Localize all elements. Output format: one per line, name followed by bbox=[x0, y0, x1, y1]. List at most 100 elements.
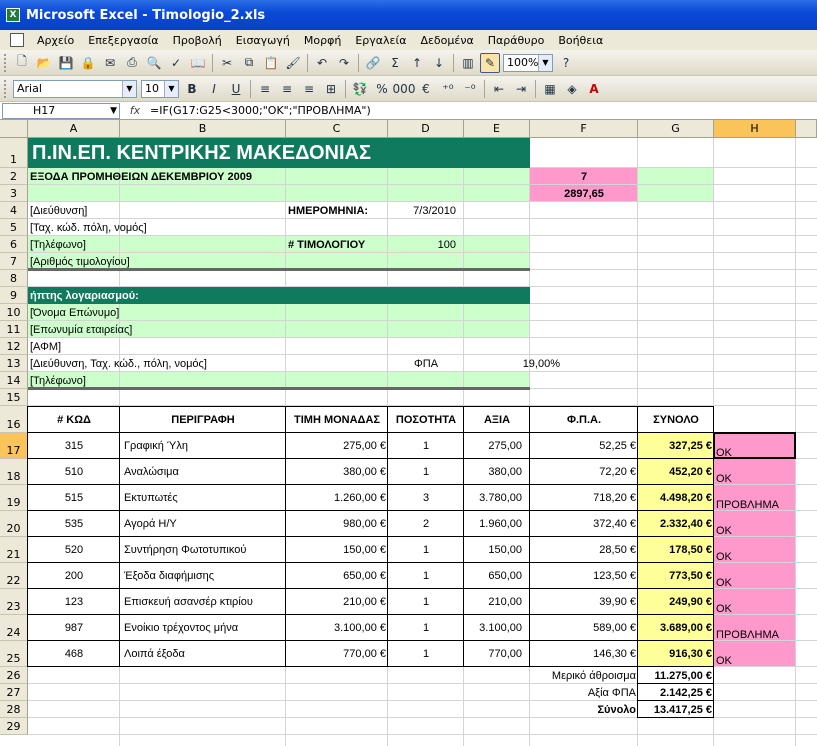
row-header-22[interactable]: 22 bbox=[0, 563, 28, 589]
copy-icon[interactable]: ⧉ bbox=[239, 53, 259, 73]
phone-cell[interactable]: [Τηλέφωνο] bbox=[28, 236, 286, 253]
toolbar-grip[interactable] bbox=[4, 79, 8, 98]
vat-rate[interactable]: 19,00% bbox=[464, 355, 562, 372]
item-description[interactable]: Λοιπά έξοδα bbox=[120, 641, 286, 667]
currency-style-icon[interactable]: 💱 bbox=[350, 79, 370, 99]
invoice-label[interactable]: # ΤΙΜΟΛΟΓΙΟΥ bbox=[286, 236, 388, 253]
item-total[interactable]: 178,50 € bbox=[638, 537, 714, 563]
item-description[interactable]: Αναλώσιμα bbox=[120, 459, 286, 485]
item-price[interactable]: 275,00 € bbox=[286, 433, 388, 459]
item-value[interactable]: 275,00 bbox=[464, 433, 530, 459]
item-value[interactable]: 770,00 bbox=[464, 641, 530, 667]
invoice-value[interactable]: 100 bbox=[388, 236, 464, 253]
spelling-icon[interactable]: ✓ bbox=[166, 53, 186, 73]
table-header[interactable]: ΤΙΜΗ ΜΟΝΑΔΑΣ bbox=[286, 406, 388, 433]
chart-wizard-icon[interactable]: ▥ bbox=[458, 53, 478, 73]
full-address-cell[interactable]: [Διεύθυνση, Ταχ. κώδ., πόλη, νομός] bbox=[28, 355, 388, 372]
row-header-24[interactable]: 24 bbox=[0, 615, 28, 641]
item-check[interactable]: ΠΡΟΒΛΗΜΑ bbox=[714, 615, 796, 641]
row-header-27[interactable]: 27 bbox=[0, 684, 28, 701]
underline-icon[interactable]: U bbox=[226, 79, 246, 99]
menu-window[interactable]: Παράθυρο bbox=[481, 34, 552, 47]
formula-input[interactable]: =IF(G17:G25<3000;"OK";"ΠΡΟΒΛΗΜΑ") bbox=[150, 104, 371, 117]
item-vat[interactable]: 39,90 € bbox=[530, 589, 638, 615]
vat-total-value[interactable]: 2.142,25 € bbox=[638, 684, 714, 701]
row-header-18[interactable]: 18 bbox=[0, 459, 28, 485]
item-check[interactable]: OK bbox=[714, 537, 796, 563]
fx-icon[interactable]: fx bbox=[120, 104, 150, 117]
menu-data[interactable]: Δεδομένα bbox=[413, 34, 480, 47]
item-check[interactable]: OK bbox=[714, 589, 796, 615]
redo-icon[interactable]: ↷ bbox=[334, 53, 354, 73]
row-header-1[interactable]: 1 bbox=[0, 138, 28, 168]
item-code[interactable]: 987 bbox=[28, 615, 120, 641]
item-code[interactable]: 123 bbox=[28, 589, 120, 615]
item-check[interactable]: OK bbox=[714, 459, 796, 485]
column-header-f[interactable]: F bbox=[530, 120, 638, 138]
item-check[interactable]: OK bbox=[714, 511, 796, 537]
item-price[interactable]: 150,00 € bbox=[286, 537, 388, 563]
fill-color-icon[interactable]: ◈ bbox=[562, 79, 582, 99]
item-price[interactable]: 1.260,00 € bbox=[286, 485, 388, 511]
euro-icon[interactable]: € bbox=[416, 79, 436, 99]
row-header-29[interactable]: 29 bbox=[0, 718, 28, 735]
select-all-corner[interactable] bbox=[0, 120, 28, 138]
pink-count-cell[interactable]: 7 bbox=[530, 168, 638, 185]
item-value[interactable]: 210,00 bbox=[464, 589, 530, 615]
item-code[interactable]: 315 bbox=[28, 433, 120, 459]
menu-view[interactable]: Προβολή bbox=[166, 34, 229, 47]
item-total[interactable]: 773,50 € bbox=[638, 563, 714, 589]
row-header-8[interactable]: 8 bbox=[0, 270, 28, 287]
date-label[interactable]: ΗΜΕΡΟΜΗΝΙΑ: bbox=[286, 202, 388, 219]
item-quantity[interactable]: 1 bbox=[388, 589, 464, 615]
zoom-select[interactable]: 100% ▼ bbox=[503, 53, 553, 72]
item-description[interactable]: Επισκευή ασανσέρ κτιρίου bbox=[120, 589, 286, 615]
italic-icon[interactable]: I bbox=[204, 79, 224, 99]
vat-label[interactable]: ΦΠΑ bbox=[388, 355, 464, 372]
item-code[interactable]: 520 bbox=[28, 537, 120, 563]
item-check[interactable]: OK bbox=[714, 641, 796, 667]
column-header-c[interactable]: C bbox=[286, 120, 388, 138]
item-value[interactable]: 3.100,00 bbox=[464, 615, 530, 641]
item-price[interactable]: 210,00 € bbox=[286, 589, 388, 615]
row-header-23[interactable]: 23 bbox=[0, 589, 28, 615]
item-vat[interactable]: 72,20 € bbox=[530, 459, 638, 485]
format-painter-icon[interactable]: 🖌 bbox=[283, 53, 303, 73]
item-total[interactable]: 249,90 € bbox=[638, 589, 714, 615]
table-header[interactable]: ΠΟΣΟΤΗΤΑ bbox=[388, 406, 464, 433]
item-code[interactable]: 535 bbox=[28, 511, 120, 537]
item-quantity[interactable]: 1 bbox=[388, 615, 464, 641]
research-icon[interactable]: 📖 bbox=[188, 53, 208, 73]
item-description[interactable]: Γραφική Ύλη bbox=[120, 433, 286, 459]
align-right-icon[interactable]: ≡ bbox=[299, 79, 319, 99]
row-header-13[interactable]: 13 bbox=[0, 355, 28, 372]
company-cell[interactable]: [Επωνυμία εταιρείας] bbox=[28, 321, 286, 338]
name-box[interactable]: H17 ▼ bbox=[2, 102, 120, 119]
column-header-a[interactable]: A bbox=[28, 120, 120, 138]
align-center-icon[interactable]: ≡ bbox=[277, 79, 297, 99]
item-quantity[interactable]: 2 bbox=[388, 511, 464, 537]
email-icon[interactable]: ✉ bbox=[100, 53, 120, 73]
name-cell[interactable]: [Όνομα Επώνυμο] bbox=[28, 304, 286, 321]
item-code[interactable]: 510 bbox=[28, 459, 120, 485]
item-value[interactable]: 3.780,00 bbox=[464, 485, 530, 511]
item-description[interactable]: Αγορά Η/Υ bbox=[120, 511, 286, 537]
column-header-g[interactable]: G bbox=[638, 120, 714, 138]
menu-insert[interactable]: Εισαγωγή bbox=[229, 34, 297, 47]
column-header-e[interactable]: E bbox=[464, 120, 530, 138]
item-vat[interactable]: 28,50 € bbox=[530, 537, 638, 563]
menu-help[interactable]: Βοήθεια bbox=[551, 34, 610, 47]
item-vat[interactable]: 718,20 € bbox=[530, 485, 638, 511]
afm-cell[interactable]: [ΑΦΜ] bbox=[28, 338, 286, 355]
percent-style-icon[interactable]: % bbox=[372, 79, 392, 99]
item-check[interactable]: ΠΡΟΒΛΗΜΑ bbox=[714, 485, 796, 511]
autosum-icon[interactable]: Σ bbox=[385, 53, 405, 73]
workbook-icon[interactable] bbox=[10, 33, 24, 47]
menu-file[interactable]: Αρχείο bbox=[30, 34, 81, 47]
chevron-down-icon[interactable]: ▼ bbox=[110, 104, 117, 118]
item-quantity[interactable]: 1 bbox=[388, 537, 464, 563]
menu-tools[interactable]: Εργαλεία bbox=[348, 34, 413, 47]
item-description[interactable]: Έξοδα διαφήμισης bbox=[120, 563, 286, 589]
item-value[interactable]: 380,00 bbox=[464, 459, 530, 485]
align-left-icon[interactable]: ≡ bbox=[255, 79, 275, 99]
